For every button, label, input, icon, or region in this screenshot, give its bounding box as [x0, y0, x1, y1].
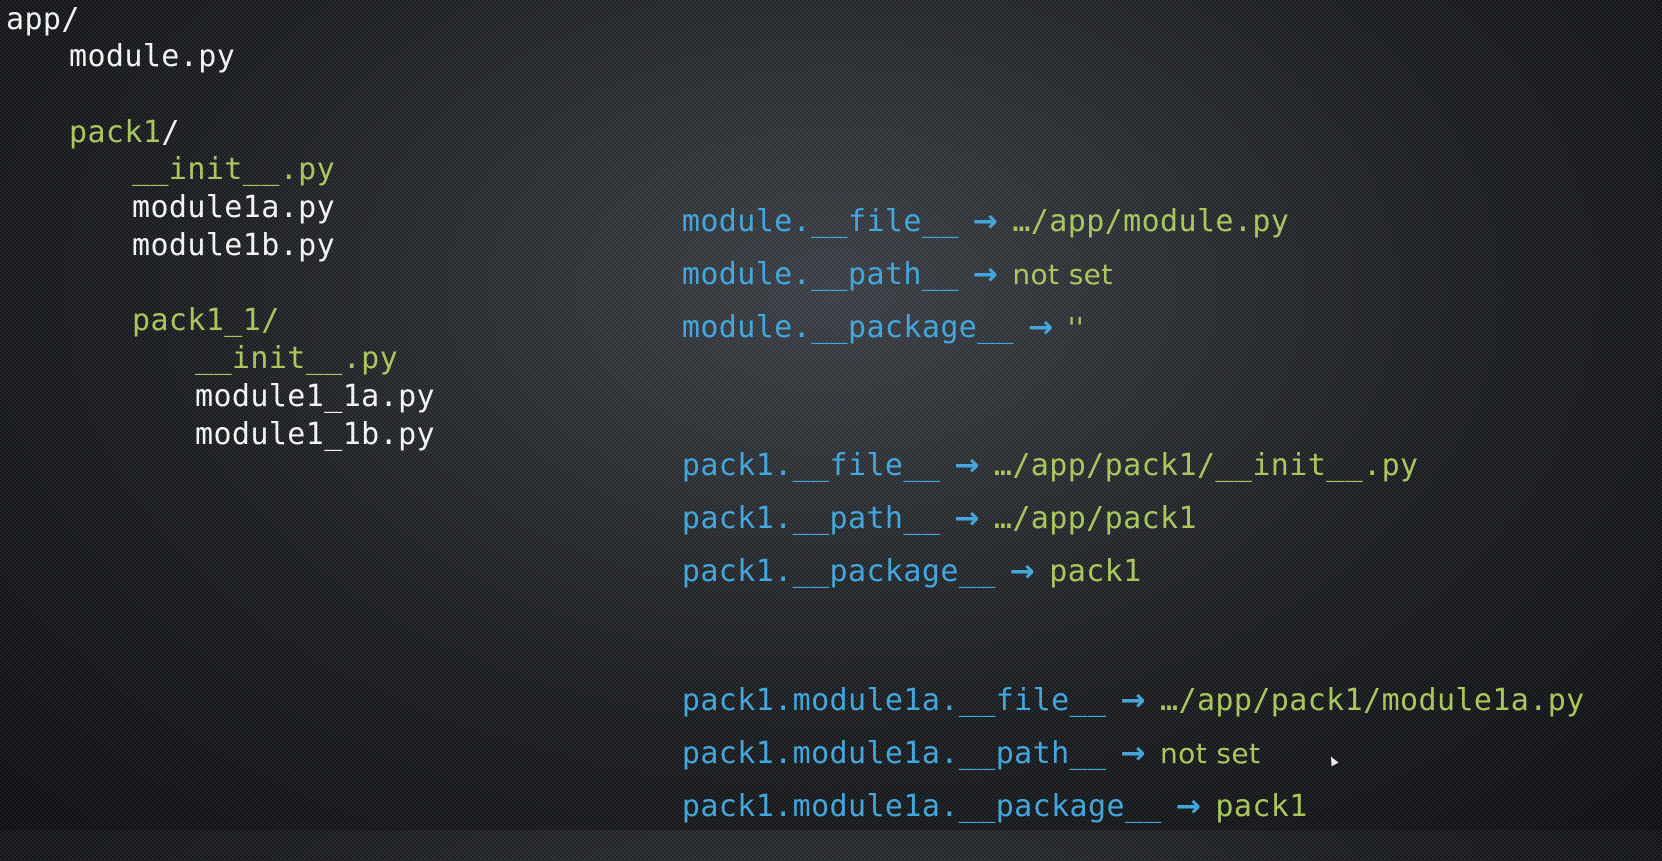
tree-pack1-1-init-file: __init__.py — [195, 341, 399, 376]
tree-pack1-name: pack1 — [69, 115, 162, 150]
module1a-package-value: pack1 — [1215, 789, 1308, 824]
tree-module1b-file: module1b.py — [132, 228, 336, 263]
tree-module1-1a-file: module1_1a.py — [195, 379, 435, 414]
tree-pack1-slash: / — [161, 115, 180, 150]
mouse-cursor-icon — [1327, 754, 1339, 767]
module-package-row: module.__package__ → '' — [608, 274, 1084, 382]
tree-pack1-init-file: __init__.py — [132, 152, 336, 187]
tree-root-app: app/ — [6, 2, 80, 37]
module1a-package-attr: pack1.module1a.__package__ — [681, 789, 1162, 824]
tree-pack1-1-folder: pack1_1/ — [132, 303, 280, 338]
tree-module-file: module.py — [69, 39, 236, 74]
tree-pack1-folder: pack1/ — [69, 115, 180, 151]
pack1-package-attr: pack1.__package__ — [681, 554, 996, 589]
arrow-icon: → — [1009, 554, 1036, 589]
arrow-icon: → — [1175, 789, 1202, 824]
module-package-value: '' — [1067, 311, 1084, 344]
tree-module1a-file: module1a.py — [132, 190, 336, 225]
module1a-package-row: pack1.module1a.__package__ → pack1 — [608, 753, 1308, 861]
arrow-icon: → — [1028, 310, 1054, 345]
module-package-attr: module.__package__ — [681, 310, 1015, 345]
pack1-package-value: pack1 — [1049, 554, 1142, 589]
pack1-package-row: pack1.__package__ → pack1 — [608, 518, 1142, 626]
tree-module1-1b-file: module1_1b.py — [195, 417, 435, 452]
